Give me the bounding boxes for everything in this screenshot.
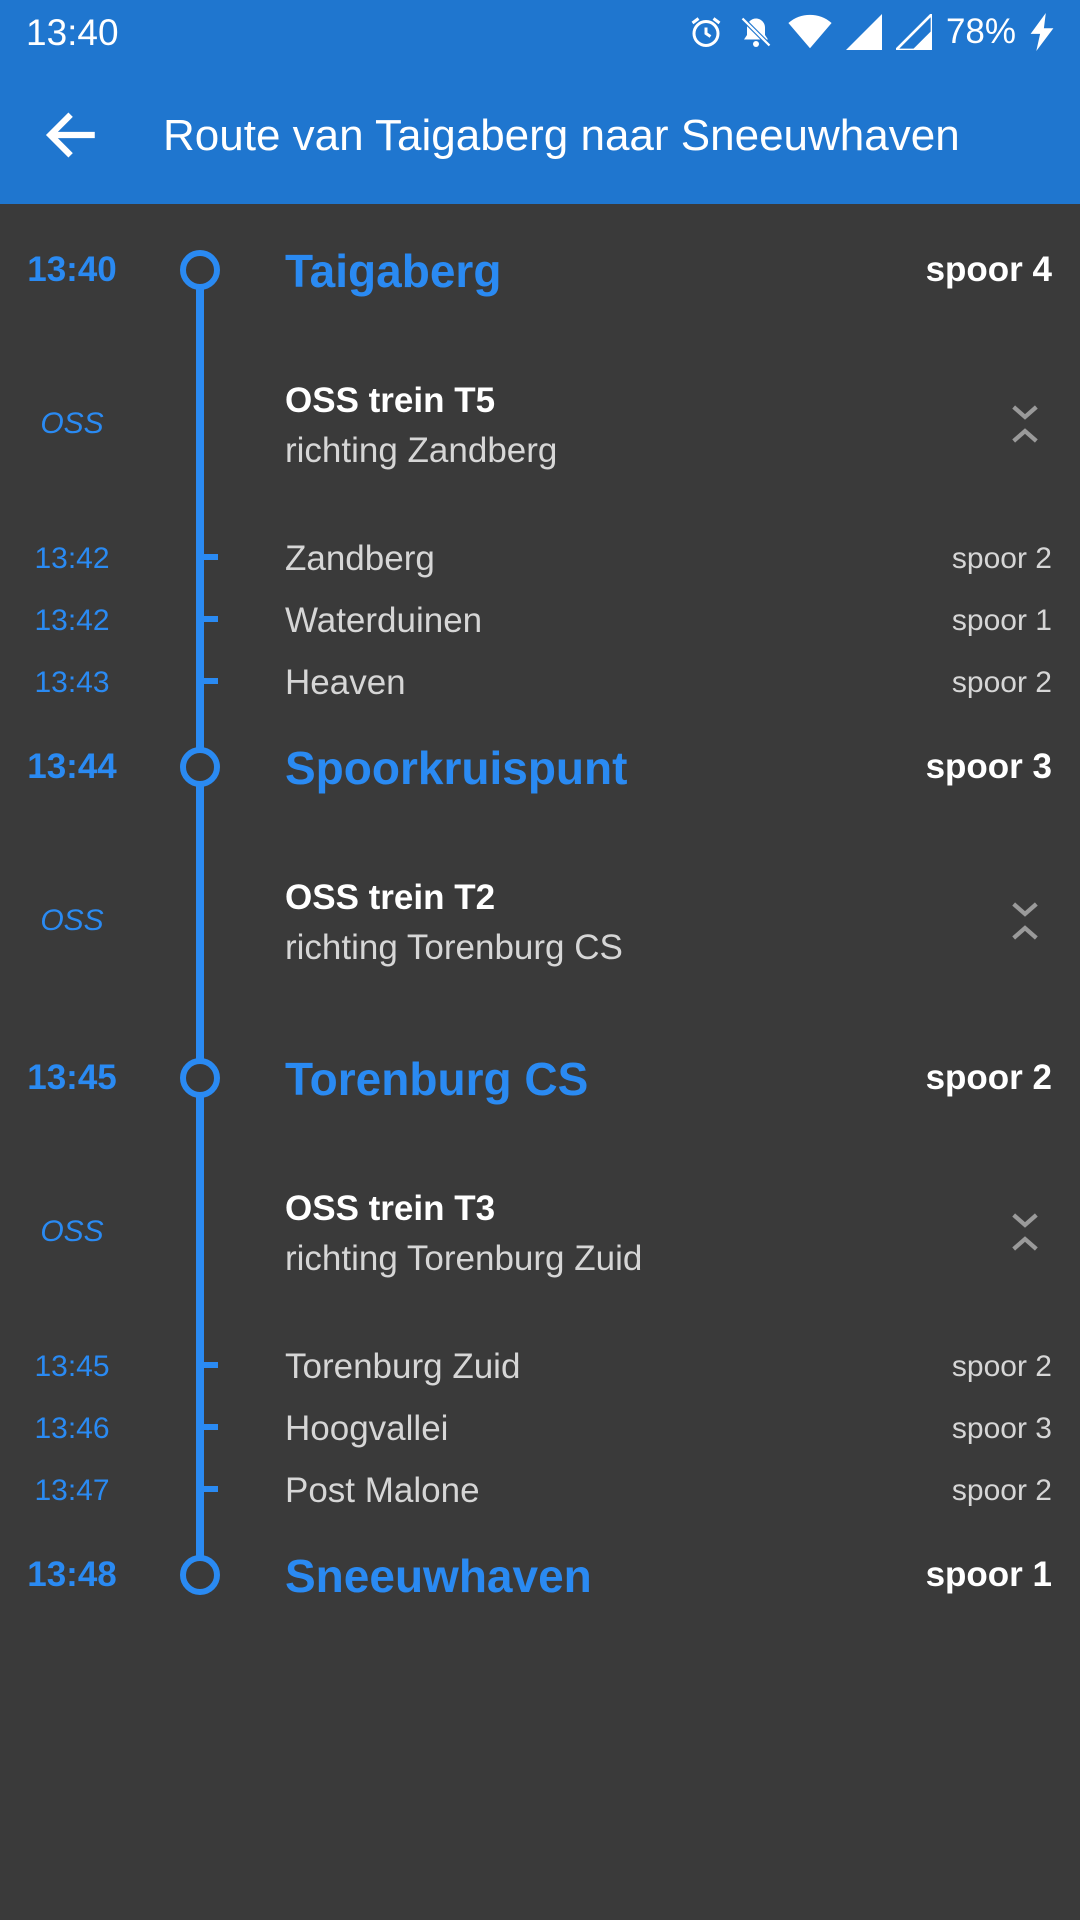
stop-circle — [180, 250, 220, 290]
battery-percent: 78% — [945, 12, 1016, 51]
stop-name: Waterduinen — [285, 601, 483, 640]
leg-train: OSS trein T3 — [285, 1189, 496, 1228]
stop-platform: spoor 2 — [951, 1474, 1052, 1507]
alarm-icon — [691, 17, 721, 47]
stop-platform: spoor 2 — [951, 1350, 1052, 1383]
stop-time: 13:42 — [34, 604, 110, 637]
stop-tick — [200, 1486, 218, 1492]
stop-name: Zandberg — [285, 539, 435, 578]
leg-direction: richting Torenburg CS — [285, 928, 623, 967]
stop-circle — [180, 1555, 220, 1595]
stop-time: 13:42 — [34, 542, 110, 575]
stop-tick — [200, 1362, 218, 1368]
stop-name: Heaven — [285, 663, 406, 702]
stop-platform: spoor 3 — [925, 747, 1052, 786]
stop-time: 13:45 — [34, 1350, 110, 1383]
stop-circle — [180, 747, 220, 787]
charging-icon — [1030, 13, 1054, 51]
stop-circle — [180, 1058, 220, 1098]
leg-operator: OSS — [40, 407, 104, 440]
stop-name: Taigaberg — [285, 245, 502, 297]
stop-tick — [200, 554, 218, 560]
collapse-expand-icon[interactable] — [1008, 1209, 1042, 1255]
collapse-expand-icon[interactable] — [1008, 401, 1042, 447]
page-title: Route van Taigaberg naar Sneeuwhaven — [163, 111, 960, 160]
bell-off-icon — [740, 16, 772, 48]
leg-direction: richting Torenburg Zuid — [285, 1239, 643, 1278]
stop-platform: spoor 2 — [951, 542, 1052, 575]
status-time: 13:40 — [26, 12, 119, 53]
stop-time: 13:46 — [34, 1412, 110, 1445]
stop-name: Torenburg CS — [285, 1053, 589, 1105]
stop-name: Torenburg Zuid — [285, 1347, 521, 1386]
collapse-expand-icon[interactable] — [1008, 898, 1042, 944]
stop-platform: spoor 1 — [951, 604, 1052, 637]
stop-platform: spoor 3 — [951, 1412, 1052, 1445]
arrow-left-icon[interactable] — [40, 104, 102, 166]
stop-tick — [200, 1424, 218, 1430]
wifi-icon — [788, 14, 832, 49]
leg-train: OSS trein T2 — [285, 878, 496, 917]
stop-tick — [200, 616, 218, 622]
stop-name: Sneeuwhaven — [285, 1550, 592, 1602]
status-bar: 13:40 78% — [0, 0, 1080, 64]
stop-platform: spoor 2 — [925, 1058, 1052, 1097]
stop-time: 13:48 — [27, 1555, 117, 1594]
stop-tick — [200, 678, 218, 684]
stop-time: 13:47 — [34, 1474, 110, 1507]
stop-platform: spoor 2 — [951, 666, 1052, 699]
stop-time: 13:40 — [27, 250, 117, 289]
stop-platform: spoor 1 — [925, 1555, 1052, 1594]
stop-name: Hoogvallei — [285, 1409, 449, 1448]
stop-platform: spoor 4 — [925, 250, 1052, 289]
stop-time: 13:45 — [27, 1058, 117, 1097]
status-icons: 78% — [688, 10, 1054, 54]
leg-operator: OSS — [40, 1215, 104, 1248]
signal-icon — [845, 14, 882, 50]
stop-name: Spoorkruispunt — [285, 742, 628, 794]
route-timeline — [196, 270, 204, 1574]
stop-time: 13:43 — [34, 666, 110, 699]
stop-time: 13:44 — [27, 747, 117, 786]
app-bar: Route van Taigaberg naar Sneeuwhaven — [0, 64, 1080, 204]
leg-train: OSS trein T5 — [285, 381, 496, 420]
signal-icon — [895, 14, 932, 50]
leg-direction: richting Zandberg — [285, 431, 558, 470]
leg-operator: OSS — [40, 904, 104, 937]
stop-name: Post Malone — [285, 1471, 480, 1510]
